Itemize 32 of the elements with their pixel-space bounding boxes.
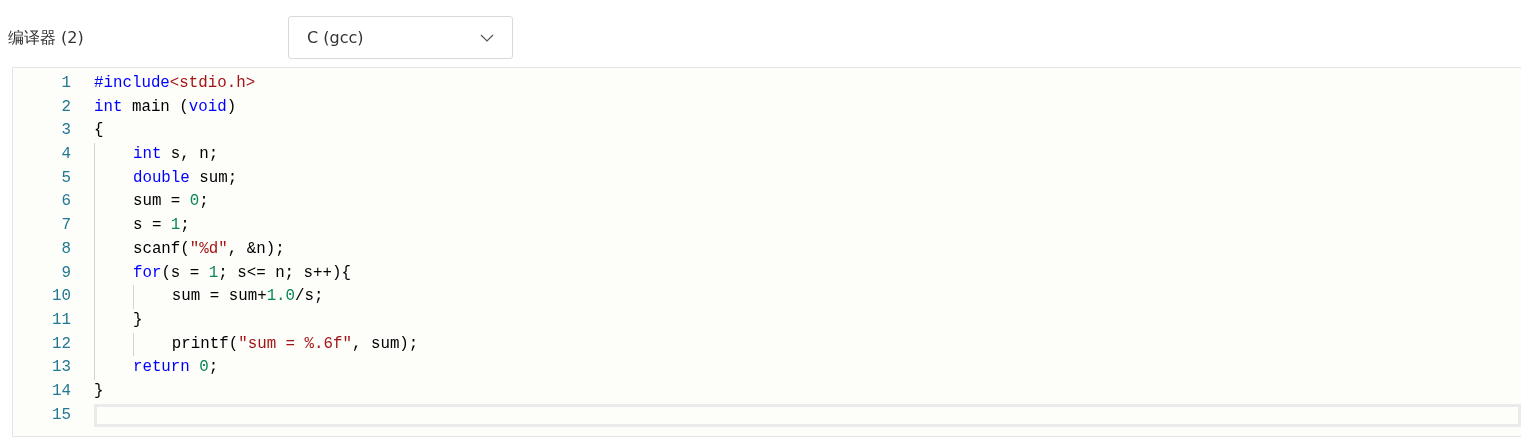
code-line: return 0; <box>94 356 1521 380</box>
chevron-down-icon <box>480 33 494 42</box>
code-line: double sum; <box>94 166 1521 191</box>
line-number: 7 <box>60 215 71 237</box>
code-line: } <box>94 308 1521 333</box>
code-line: scanf("%d", &n); <box>94 237 1521 262</box>
code-line: for(s = 1; s<= n; s++){ <box>94 261 1521 286</box>
line-number: 9 <box>60 262 71 284</box>
line-number: 4 <box>60 144 71 166</box>
line-number: 13 <box>51 357 71 379</box>
compiler-label: 编译器 (2) <box>8 26 85 49</box>
line-number: 10 <box>51 286 71 308</box>
line-number: 15 <box>51 404 71 426</box>
code-line: int s, n; <box>94 143 1521 167</box>
code-line: sum = sum+1.0/s; <box>94 285 1521 309</box>
line-number: 12 <box>51 333 71 355</box>
line-number: 14 <box>51 380 71 402</box>
code-line: printf("sum = %.6f", sum); <box>94 332 1521 357</box>
code-line: { <box>94 120 105 142</box>
code-line: } <box>94 380 105 402</box>
code-line: int main (void) <box>94 96 238 118</box>
line-number: 6 <box>60 191 71 213</box>
line-number: 11 <box>51 309 71 331</box>
code-line: s = 1; <box>94 214 1521 238</box>
line-number: 5 <box>60 167 71 189</box>
code-line: sum = 0; <box>94 190 1521 215</box>
compiler-dropdown[interactable]: C (gcc) <box>288 16 513 59</box>
line-number: 8 <box>60 238 71 260</box>
line-number: 3 <box>60 120 71 142</box>
line-number: 2 <box>60 96 71 118</box>
line-number: 1 <box>60 73 71 94</box>
code-line: #include<stdio.h> <box>94 73 257 94</box>
